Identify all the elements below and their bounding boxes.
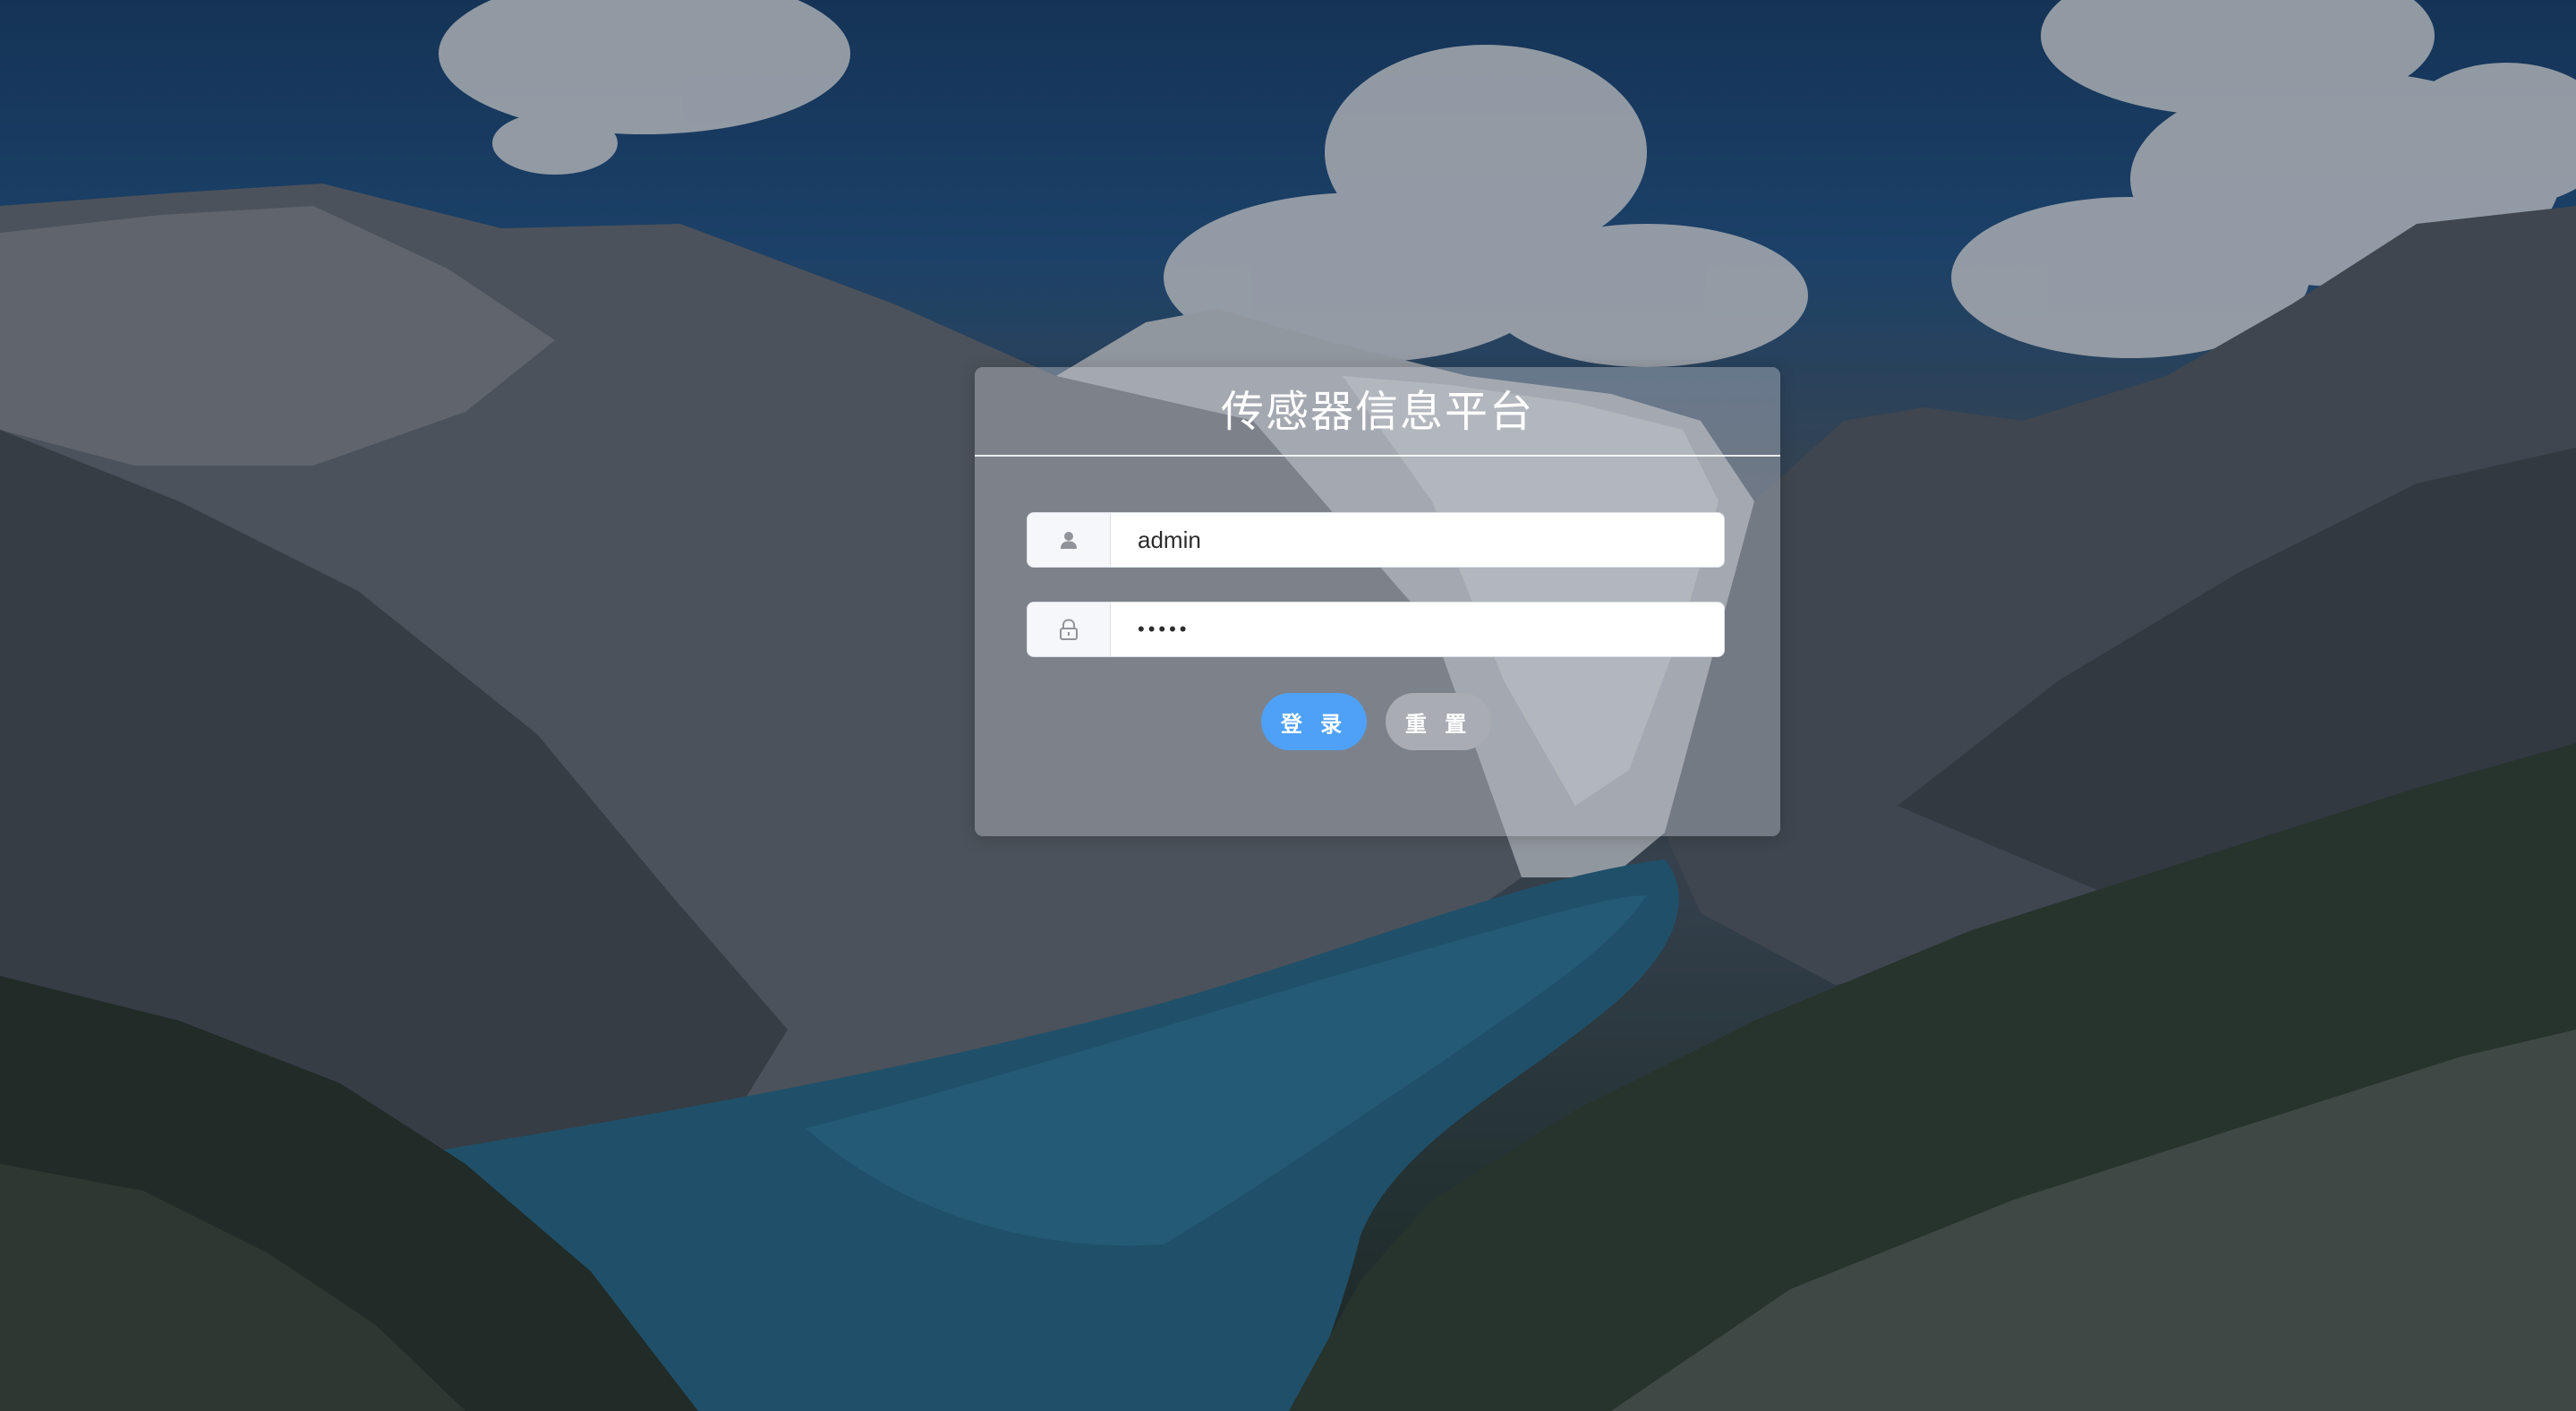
page-title: 传感器信息平台 [1220,387,1534,437]
password-field[interactable] [1027,602,1725,657]
lock-icon [1028,603,1111,656]
password-input[interactable] [1111,603,1724,656]
user-icon [1028,513,1111,567]
login-page: 传感器信息平台 登 录 重 置 [0,0,2576,1411]
form-actions: 登 录 重 置 [975,693,1780,750]
username-input[interactable] [1111,513,1724,567]
title-divider [975,455,1780,457]
reset-button[interactable]: 重 置 [1386,693,1491,750]
login-button[interactable]: 登 录 [1261,693,1367,750]
username-field[interactable] [1027,512,1725,568]
login-card: 传感器信息平台 登 录 重 置 [975,367,1780,836]
